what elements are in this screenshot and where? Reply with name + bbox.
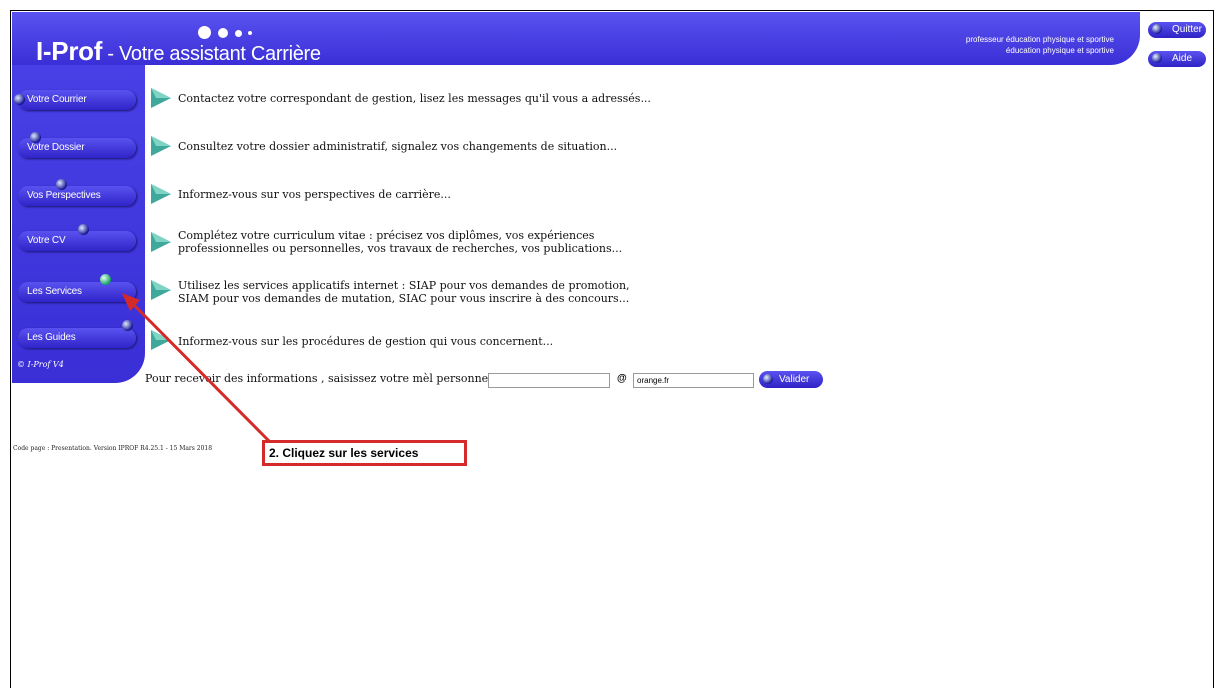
annotation-callout: 2. Cliquez sur les services [262, 440, 467, 466]
annotation-arrow-icon [122, 293, 272, 444]
